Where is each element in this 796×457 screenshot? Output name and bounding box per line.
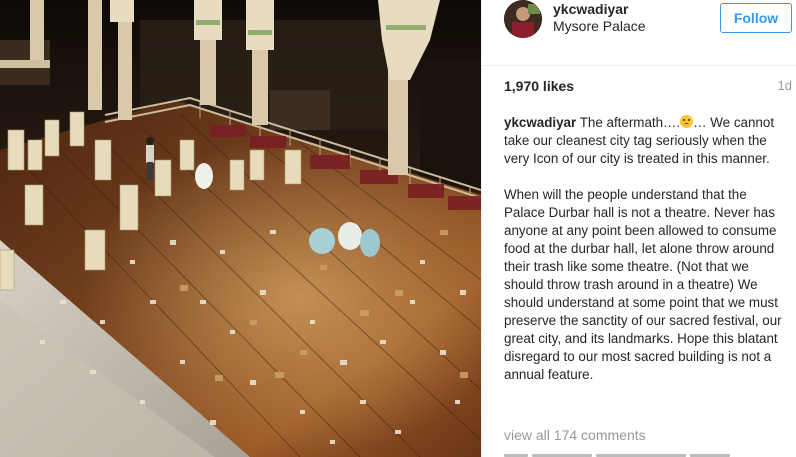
durbar-hall-photo bbox=[0, 0, 481, 457]
caption-paragraph-2: When will the people understand that the… bbox=[504, 187, 782, 382]
likes-row: 1,970 likes 1d bbox=[504, 78, 792, 96]
caption-paragraph-1: ykcwadiyar The aftermath….… We cannot ta… bbox=[504, 114, 784, 168]
location-link[interactable]: Mysore Palace bbox=[553, 18, 646, 34]
caption-text-start: The aftermath…. bbox=[576, 115, 681, 130]
post-sidebar: ykcwadiyar Mysore Palace Follow 1,970 li… bbox=[481, 0, 796, 457]
view-all-comments-link[interactable]: view all 174 comments bbox=[504, 427, 646, 443]
post-photo[interactable] bbox=[0, 0, 481, 457]
avatar-image bbox=[504, 0, 542, 38]
likes-count[interactable]: 1,970 likes bbox=[504, 78, 574, 94]
partially-visible-comment bbox=[504, 450, 784, 457]
slightly-smiling-face-icon bbox=[680, 115, 694, 128]
caption-username-link[interactable]: ykcwadiyar bbox=[504, 115, 576, 130]
username-link[interactable]: ykcwadiyar bbox=[553, 1, 629, 17]
post-header: ykcwadiyar Mysore Palace Follow bbox=[482, 0, 796, 66]
follow-button[interactable]: Follow bbox=[720, 3, 792, 33]
instagram-post: ykcwadiyar Mysore Palace Follow 1,970 li… bbox=[0, 0, 796, 457]
post-timestamp[interactable]: 1d bbox=[778, 78, 792, 93]
avatar[interactable] bbox=[504, 0, 542, 38]
post-caption: ykcwadiyar The aftermath….… We cannot ta… bbox=[504, 114, 784, 384]
